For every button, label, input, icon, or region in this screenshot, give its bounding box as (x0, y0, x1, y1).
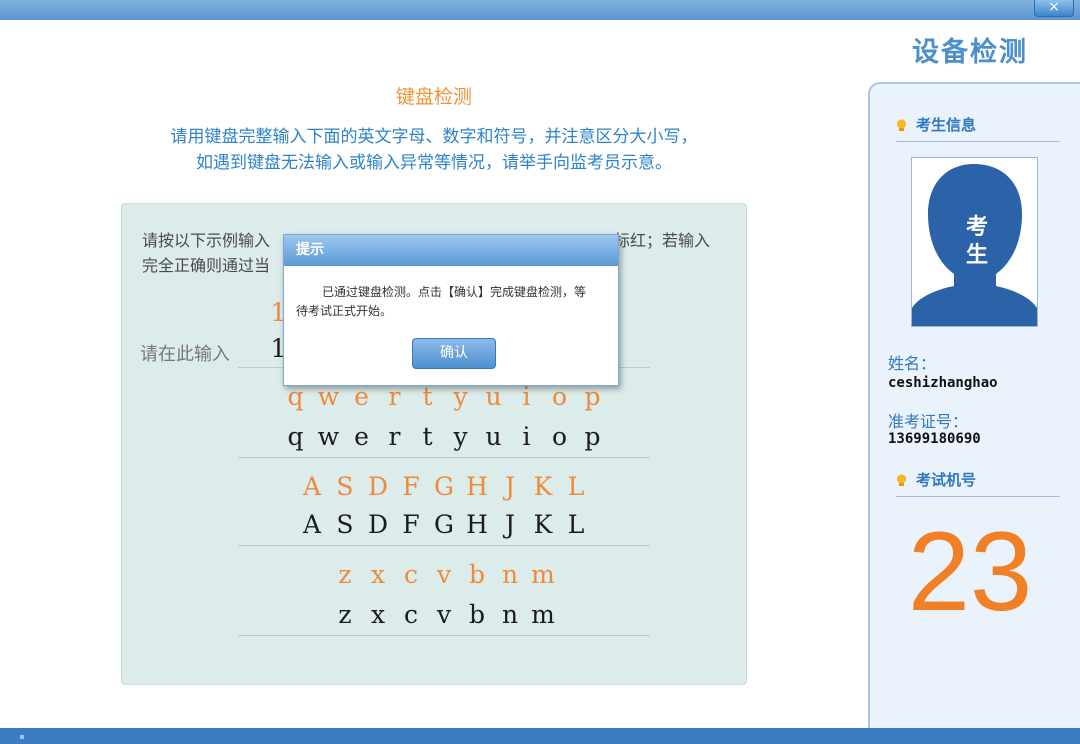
machine-number-label: 考试机号 (916, 471, 977, 489)
sample-char: S (336, 472, 354, 501)
typed-char: i (522, 422, 531, 451)
student-photo: 考 生 (911, 157, 1038, 327)
machine-number-header: 考试机号 (896, 467, 1060, 497)
sample-char: G (434, 472, 454, 501)
sidebar-title: 设备检测 (912, 37, 1028, 68)
sample-char: u (485, 382, 502, 411)
confirm-button[interactable]: 确认 (412, 338, 496, 369)
sample-row-asdf: ASDFGHJKL (238, 472, 650, 501)
close-button[interactable]: × (1034, 0, 1074, 17)
typed-char: z (338, 600, 352, 629)
sample-char: w (317, 382, 340, 411)
typed-char: K (533, 510, 553, 539)
page-title: 键盘检测 (395, 86, 472, 108)
sample-char: t (422, 382, 433, 411)
typed-char: F (402, 510, 420, 539)
name-value: ceshizhanghao (888, 375, 998, 391)
student-info-header: 考生信息 (896, 112, 1060, 142)
key-row-asdf: ASDFGHJKL ASDFGHJKL (238, 458, 650, 546)
typed-row-zxcv[interactable]: zxcvbnm (238, 600, 650, 629)
name-label: 姓名： (888, 354, 937, 373)
sample-char: H (466, 472, 488, 501)
typed-char: v (436, 600, 452, 629)
typed-char: p (584, 422, 601, 451)
avatar-placeholder-icon: 考 生 (912, 158, 1037, 326)
sample-char: q (287, 382, 304, 411)
sample-char: m (531, 560, 555, 589)
sample-row-zxcv: zxcvbnm (238, 560, 650, 589)
sample-char: L (567, 472, 585, 501)
sample-char: o (551, 382, 568, 411)
ticket-label: 准考证号： (888, 412, 969, 431)
tip-line-1: 请按以下示例输入 (142, 231, 271, 250)
photo-caption-1: 考 (966, 215, 988, 240)
input-label: 请在此输入 (140, 344, 230, 365)
machine-number: 23 (907, 509, 1033, 634)
typed-char: u (485, 422, 502, 451)
bulb-icon (896, 119, 907, 131)
sample-row-qwerty: qwertyuiop (238, 382, 650, 411)
sample-char: i (522, 382, 531, 411)
dialog-message: 已通过键盘检测。点击【确认】完成键盘检测，等待考试正式开始。 (296, 285, 587, 318)
typed-char: x (370, 600, 386, 629)
typed-char: b (468, 600, 485, 629)
tip-line-1-tail: 标红；若输入 (614, 231, 711, 250)
typed-char: G (434, 510, 454, 539)
sample-char: K (533, 472, 553, 501)
title-bar: × (0, 0, 1080, 20)
sample-char: y (453, 382, 468, 411)
typed-char: t (422, 422, 433, 451)
typed-char: y (453, 422, 468, 451)
typed-char: J (504, 510, 516, 539)
typed-char: e (354, 422, 369, 451)
sample-char: x (370, 560, 386, 589)
student-info-label: 考生信息 (916, 116, 977, 134)
sample-char: e (354, 382, 369, 411)
sample-char: c (403, 560, 418, 589)
sample-char: A (302, 472, 322, 501)
typed-char: o (551, 422, 568, 451)
sample-char: r (388, 382, 401, 411)
instruction-line-2: 如遇到键盘无法输入或输入异常等情况，请举手向监考员示意。 (196, 153, 672, 173)
bulb-icon (896, 474, 907, 486)
typed-char: w (317, 422, 340, 451)
typed-char: m (531, 600, 555, 629)
typed-char: L (567, 510, 585, 539)
sample-char: n (501, 560, 519, 589)
typed-row-qwerty[interactable]: qwertyuiop (238, 422, 650, 451)
typed-char: r (388, 422, 401, 451)
key-row-zxcv: zxcvbnm zxcvbnm (238, 546, 650, 636)
photo-caption-2: 生 (966, 243, 988, 268)
sample-char: J (504, 472, 516, 501)
sample-char: F (402, 472, 420, 501)
typed-row-asdf[interactable]: ASDFGHJKL (238, 510, 650, 539)
typed-char: n (501, 600, 519, 629)
typed-char: c (403, 600, 418, 629)
typed-char: q (287, 422, 304, 451)
sample-char: p (584, 382, 601, 411)
ticket-value: 13699180690 (888, 431, 981, 447)
status-bar (0, 728, 1080, 744)
typed-char: A (302, 510, 322, 539)
sample-char: v (436, 560, 452, 589)
typed-char: D (367, 510, 389, 539)
typed-char: H (466, 510, 488, 539)
sample-char: z (338, 560, 352, 589)
dialog-title: 提示 (284, 235, 618, 266)
sample-char: b (468, 560, 485, 589)
typed-char: S (336, 510, 354, 539)
status-dot (20, 735, 24, 739)
instruction-line-1: 请用键盘完整输入下面的英文字母、数字和符号，并注意区分大小写， (170, 127, 698, 147)
sample-char: D (367, 472, 389, 501)
alert-dialog: 提示 已通过键盘检测。点击【确认】完成键盘检测，等待考试正式开始。 确认 (283, 234, 619, 386)
